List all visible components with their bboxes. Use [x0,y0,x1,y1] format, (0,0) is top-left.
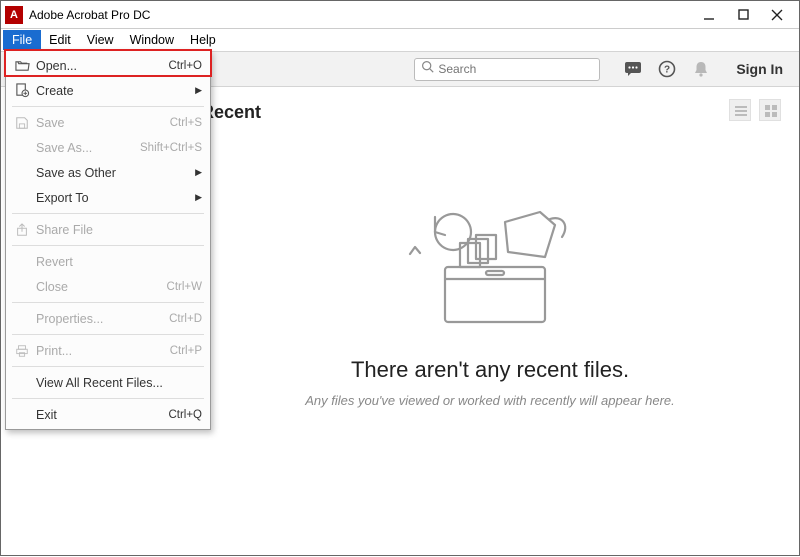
menu-close-label: Close [36,280,161,294]
menu-properties-shortcut: Ctrl+D [169,313,202,325]
list-view-button[interactable] [729,99,751,121]
menu-print-label: Print... [36,344,164,358]
view-mode-buttons [729,99,781,121]
create-icon [14,83,30,99]
share-icon [14,222,30,238]
empty-illustration-icon [390,197,590,337]
menu-export[interactable]: Export To ▶ [6,185,210,210]
menu-view[interactable]: View [79,31,122,49]
menu-viewrecent[interactable]: View All Recent Files... [6,370,210,395]
menu-exit-label: Exit [36,408,162,422]
menu-separator [12,245,204,246]
empty-title: There aren't any recent files. [211,357,769,383]
menu-separator [12,106,204,107]
menu-saveother[interactable]: Save as Other ▶ [6,160,210,185]
minimize-button[interactable] [701,7,717,23]
toolbar-icons: ? [624,60,710,78]
help-icon[interactable]: ? [658,60,676,78]
menu-file[interactable]: File [3,30,41,50]
bell-icon[interactable] [692,60,710,78]
menu-edit[interactable]: Edit [41,31,79,49]
signin-link[interactable]: Sign In [736,61,783,77]
titlebar: A Adobe Acrobat Pro DC [1,1,799,29]
menu-open-shortcut: Ctrl+O [168,60,202,72]
submenu-arrow-icon: ▶ [195,167,202,178]
menu-create-label: Create [36,84,189,98]
menu-separator [12,366,204,367]
app-title: Adobe Acrobat Pro DC [29,8,701,22]
submenu-arrow-icon: ▶ [195,85,202,96]
empty-state: There aren't any recent files. Any files… [211,197,769,408]
menu-exit[interactable]: Exit Ctrl+Q [6,402,210,427]
menu-saveas-label: Save As... [36,141,134,155]
menu-help[interactable]: Help [182,31,224,49]
app-icon: A [5,6,23,24]
menu-saveas: Save As... Shift+Ctrl+S [6,135,210,160]
menu-properties: Properties... Ctrl+D [6,306,210,331]
window-controls [701,7,795,23]
submenu-arrow-icon: ▶ [195,192,202,203]
menu-export-label: Export To [36,191,189,205]
search-box[interactable] [414,58,600,81]
menu-saveother-label: Save as Other [36,166,189,180]
menu-viewrecent-label: View All Recent Files... [36,376,202,390]
chat-icon[interactable] [624,60,642,78]
maximize-button[interactable] [735,7,751,23]
menu-create[interactable]: Create ▶ [6,78,210,103]
search-icon [421,60,434,78]
menu-save: Save Ctrl+S [6,110,210,135]
empty-subtitle: Any files you've viewed or worked with r… [211,393,769,408]
menu-separator [12,334,204,335]
menubar: File Edit View Window Help [1,29,799,51]
menu-print-shortcut: Ctrl+P [170,345,202,357]
menu-properties-label: Properties... [36,312,163,326]
menu-open-label: Open... [36,59,162,73]
print-icon [14,343,30,359]
menu-share: Share File [6,217,210,242]
menu-close-shortcut: Ctrl+W [167,281,202,293]
save-icon [14,115,30,131]
menu-separator [12,213,204,214]
menu-exit-shortcut: Ctrl+Q [168,409,202,421]
menu-share-label: Share File [36,223,202,237]
menu-revert-label: Revert [36,255,202,269]
close-button[interactable] [769,7,785,23]
menu-window[interactable]: Window [122,31,182,49]
file-menu-dropdown: Open... Ctrl+O Create ▶ Save Ctrl+S Save… [5,50,211,430]
menu-revert: Revert [6,249,210,274]
menu-separator [12,302,204,303]
grid-view-button[interactable] [759,99,781,121]
menu-save-shortcut: Ctrl+S [170,117,202,129]
menu-close: Close Ctrl+W [6,274,210,299]
search-input[interactable] [438,62,593,76]
menu-separator [12,398,204,399]
folder-open-icon [14,58,30,74]
svg-text:?: ? [664,65,670,76]
menu-print: Print... Ctrl+P [6,338,210,363]
menu-open[interactable]: Open... Ctrl+O [6,53,210,78]
menu-save-label: Save [36,116,164,130]
menu-saveas-shortcut: Shift+Ctrl+S [140,142,202,154]
